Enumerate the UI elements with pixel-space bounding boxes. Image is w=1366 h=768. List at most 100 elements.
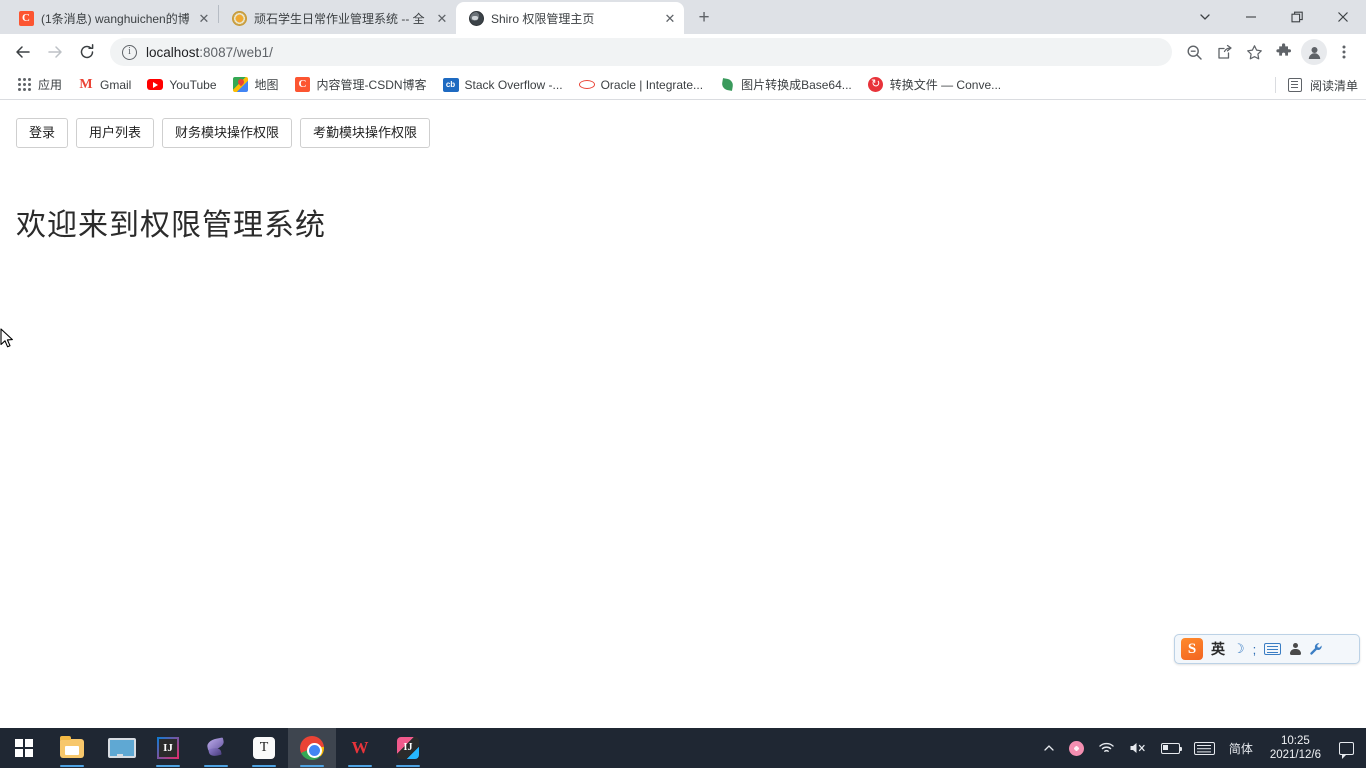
bookmark-csdn[interactable]: C 内容管理-CSDN博客 — [287, 73, 435, 97]
taskbar-this-pc[interactable] — [96, 728, 144, 768]
tab-strip: C (1条消息) wanghuichen的博客_ ✕ 顽石学生日常作业管理系统 … — [0, 0, 1366, 34]
login-button[interactable]: 登录 — [16, 118, 69, 149]
bookmark-star-icon[interactable] — [1240, 38, 1268, 66]
sogou-flower-icon[interactable] — [1062, 728, 1091, 768]
tab-title: Shiro 权限管理主页 — [491, 11, 595, 26]
tab-title: (1条消息) wanghuichen的博客_ — [41, 11, 189, 26]
clock[interactable]: 10:25 2021/12/6 — [1260, 734, 1331, 763]
globe-icon — [468, 10, 484, 26]
typora-icon: T — [253, 737, 275, 759]
battery-charging-icon[interactable] — [1154, 728, 1187, 768]
page-viewport: 登录 用户列表 财务模块操作权限 考勤模块操作权限 欢迎来到权限管理系统 — [0, 100, 1366, 728]
bookmarks-bar: 应用 M Gmail YouTube 地图 C 内容管理-CSDN博客 cb S… — [0, 70, 1366, 100]
bookmark-label: 地图 — [254, 78, 279, 92]
wifi-icon[interactable] — [1091, 728, 1122, 768]
windows-taskbar: IJ T W IJ 简体 10:25 2021/12/6 — [0, 728, 1366, 768]
bookmark-label: 应用 — [38, 78, 63, 92]
tab-close-icon[interactable]: ✕ — [196, 10, 212, 26]
share-icon[interactable] — [1210, 38, 1238, 66]
bookmark-apps[interactable]: 应用 — [8, 73, 70, 97]
reading-list-area: 阅读清单 — [1274, 70, 1358, 100]
taskbar-file-explorer[interactable] — [48, 728, 96, 768]
tab-close-icon[interactable]: ✕ — [434, 10, 450, 26]
address-bar-url: localhost:8087/web1/ — [146, 45, 273, 60]
clock-time: 10:25 — [1281, 734, 1310, 747]
taskbar-pycharm[interactable]: IJ — [384, 728, 432, 768]
browser-toolbar: i localhost:8087/web1/ — [0, 34, 1366, 70]
bookmark-youtube[interactable]: YouTube — [139, 73, 224, 97]
maximize-restore-button[interactable] — [1274, 0, 1320, 34]
bookmark-stackoverflow[interactable]: cb Stack Overflow -... — [435, 73, 571, 97]
reading-list-label[interactable]: 阅读清单 — [1310, 77, 1358, 94]
wrench-icon[interactable] — [1309, 642, 1324, 657]
browser-tab-1[interactable]: C (1条消息) wanghuichen的博客_ ✕ — [6, 2, 218, 34]
back-button[interactable] — [8, 37, 38, 67]
browser-tab-2[interactable]: 顽石学生日常作业管理系统 -- 全 ✕ — [219, 2, 456, 34]
bookmark-convert[interactable]: 转换文件 — Conve... — [860, 73, 1009, 97]
tab-close-icon[interactable]: ✕ — [662, 10, 678, 26]
taskbar-typora[interactable]: T — [240, 728, 288, 768]
pycharm-icon: IJ — [397, 737, 419, 759]
bookmark-gmail[interactable]: M Gmail — [70, 73, 139, 97]
wps-icon: W — [351, 738, 369, 757]
sogou-ime-bar[interactable]: S 英 ☽ ; — [1174, 634, 1360, 664]
bookmarks-divider — [1274, 77, 1276, 93]
keyboard-icon[interactable] — [1187, 728, 1222, 768]
youtube-icon — [147, 77, 164, 93]
chrome-browser-window: C (1条消息) wanghuichen的博客_ ✕ 顽石学生日常作业管理系统 … — [0, 0, 1366, 728]
tab-search-icon[interactable] — [1182, 0, 1228, 34]
new-tab-button[interactable]: + — [690, 4, 718, 32]
chrome-menu-icon[interactable] — [1330, 38, 1358, 66]
notification-icon[interactable] — [1339, 741, 1354, 759]
chrome-icon — [300, 736, 324, 760]
window-controls — [1182, 0, 1366, 34]
forward-button[interactable] — [40, 37, 70, 67]
monitor-icon — [108, 738, 136, 758]
tray-overflow-icon[interactable] — [1036, 728, 1062, 768]
minimize-button[interactable] — [1228, 0, 1274, 34]
extensions-puzzle-icon[interactable] — [1270, 38, 1298, 66]
taskbar-google-chrome[interactable] — [288, 728, 336, 768]
leaf-icon — [719, 77, 735, 93]
keyboard-icon[interactable] — [1264, 643, 1282, 655]
bookmark-label: 内容管理-CSDN博客 — [316, 78, 427, 92]
zoom-out-icon[interactable] — [1180, 38, 1208, 66]
attendance-module-permission-button[interactable]: 考勤模块操作权限 — [300, 118, 431, 149]
taskbar-intellij-idea[interactable]: IJ — [144, 728, 192, 768]
sogou-logo-icon[interactable]: S — [1181, 638, 1203, 660]
browser-tab-3-active[interactable]: Shiro 权限管理主页 ✕ — [456, 2, 684, 34]
bookmark-base64[interactable]: 图片转换成Base64... — [711, 73, 860, 97]
site-info-icon[interactable]: i — [122, 44, 137, 60]
punctuation-icon[interactable]: ; — [1253, 642, 1257, 657]
address-bar[interactable]: i localhost:8087/web1/ — [110, 38, 1172, 66]
bookmark-oracle[interactable]: Oracle | Integrate... — [571, 73, 712, 97]
apps-grid-icon — [16, 77, 32, 93]
gmail-icon: M — [79, 76, 93, 92]
taskbar-wps-office[interactable]: W — [336, 728, 384, 768]
clock-date: 2021/12/6 — [1269, 749, 1321, 761]
reload-button[interactable] — [72, 37, 102, 67]
url-path: :8087/web1/ — [199, 44, 273, 60]
finance-module-permission-button[interactable]: 财务模块操作权限 — [162, 118, 293, 149]
person-icon[interactable] — [1289, 642, 1301, 656]
ime-mode-label[interactable]: 英 — [1211, 639, 1225, 659]
reading-list-icon[interactable] — [1287, 77, 1303, 93]
start-button[interactable] — [0, 728, 48, 768]
mouse-cursor — [0, 328, 14, 350]
bookmark-label: YouTube — [169, 77, 217, 92]
bookmark-label: 图片转换成Base64... — [741, 78, 852, 92]
profile-avatar-icon[interactable] — [1300, 38, 1328, 66]
volume-muted-icon[interactable] — [1122, 728, 1154, 768]
stackoverflow-icon: cb — [442, 77, 459, 93]
ime-language-label[interactable]: 简体 — [1222, 728, 1260, 768]
dolphin-icon — [204, 737, 228, 759]
screen: C (1条消息) wanghuichen的博客_ ✕ 顽石学生日常作业管理系统 … — [0, 0, 1366, 768]
convert-icon — [868, 77, 884, 93]
moon-icon[interactable]: ☽ — [1233, 641, 1245, 657]
bookmark-maps[interactable]: 地图 — [225, 73, 287, 97]
url-host: localhost — [146, 44, 200, 60]
taskbar-navicat[interactable] — [192, 728, 240, 768]
user-list-button[interactable]: 用户列表 — [76, 118, 155, 149]
close-window-button[interactable] — [1320, 0, 1366, 34]
idea-icon: IJ — [157, 737, 179, 759]
